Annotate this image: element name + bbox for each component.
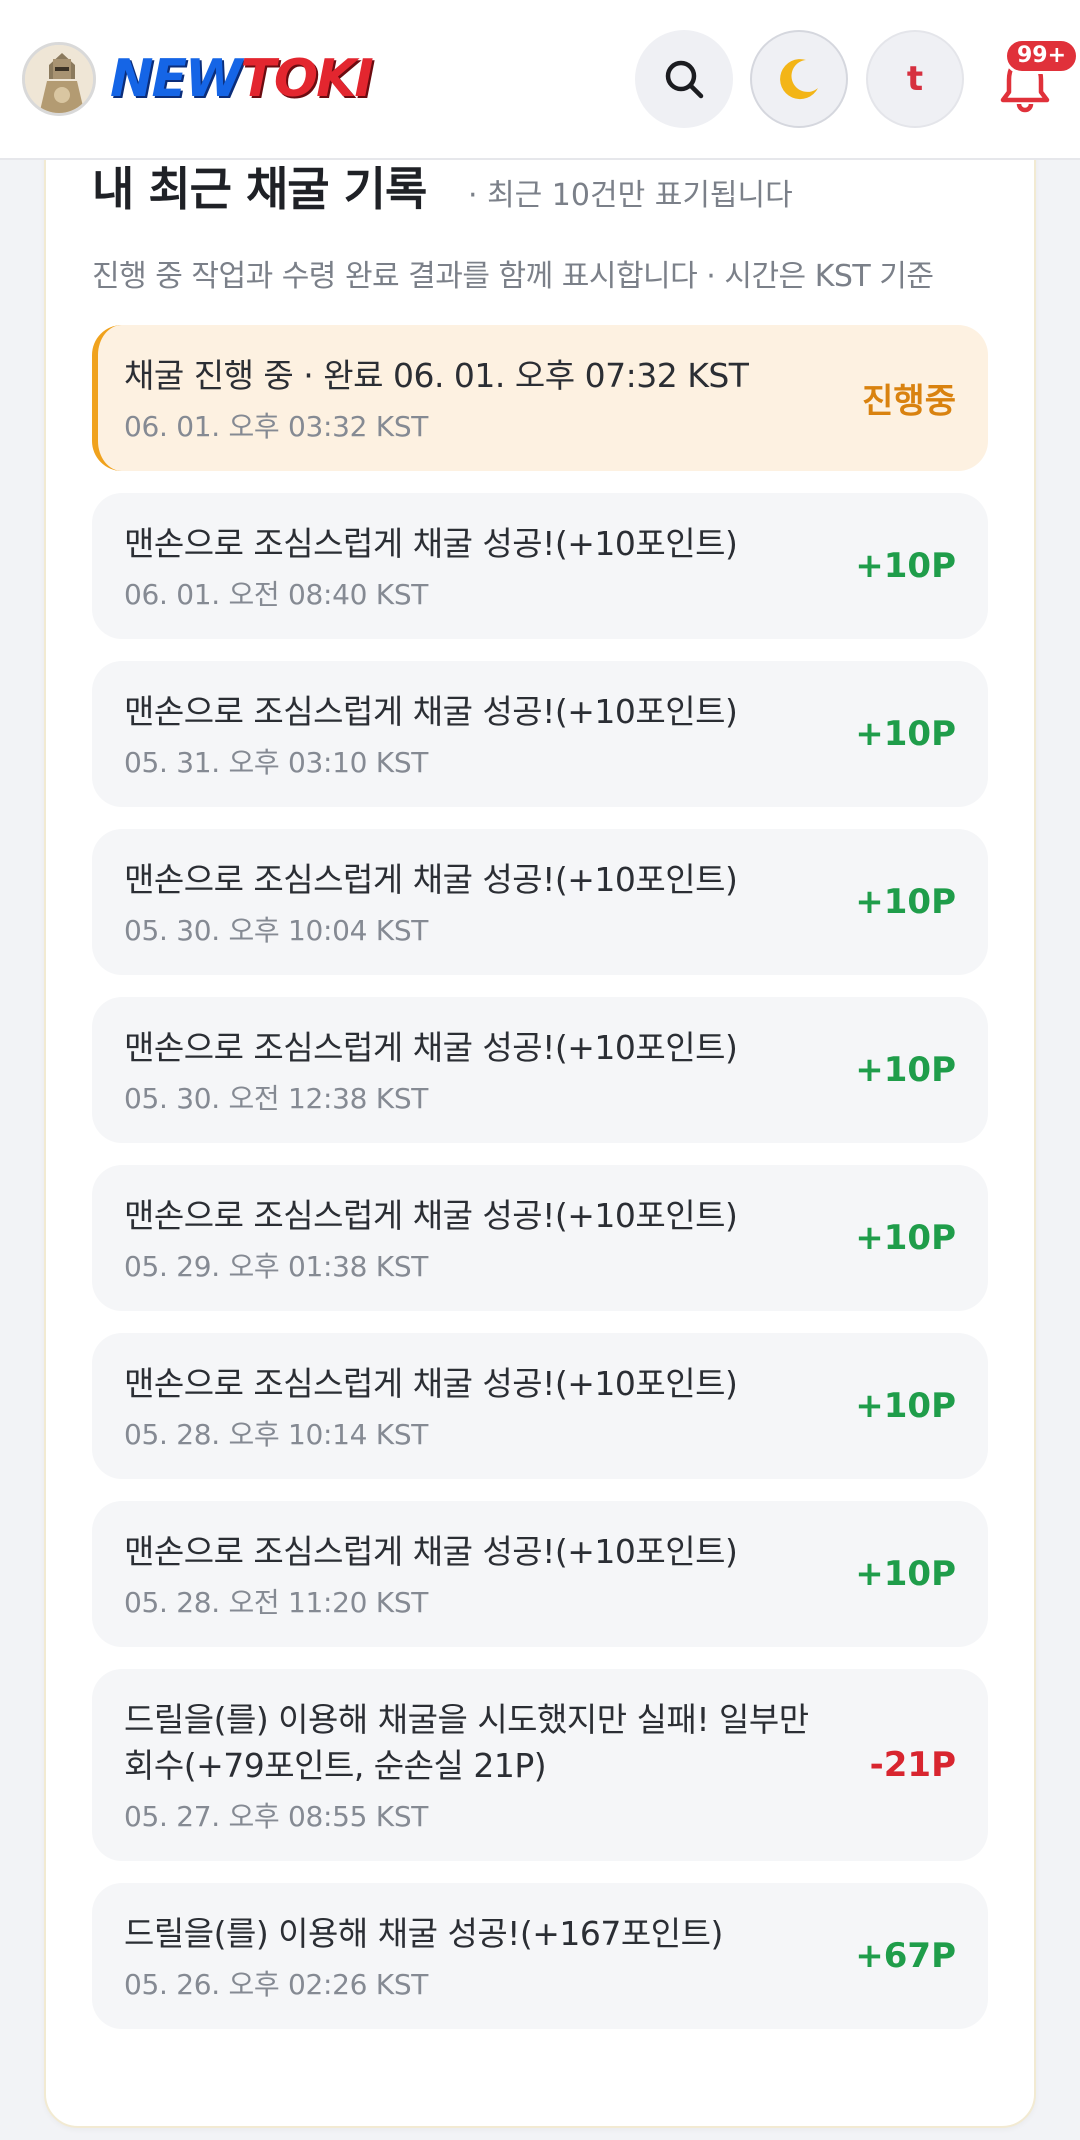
logo-new-text: NEW — [110, 49, 242, 109]
mining-record-list: 채굴 진행 중 · 완료 06. 01. 오후 07:32 KST 06. 01… — [92, 325, 988, 2051]
search-icon — [665, 60, 704, 99]
record-item[interactable]: 드릴을(를) 이용해 채굴을 시도했지만 실패! 일부만 회수(+79포인트, … — [92, 1669, 988, 1861]
record-item[interactable]: 맨손으로 조심스럽게 채굴 성공!(+10포인트) 06. 01. 오전 08:… — [92, 493, 988, 639]
moon-icon — [780, 59, 818, 100]
record-time: 06. 01. 오후 03:32 KST — [124, 410, 429, 443]
notification-count-badge: 99+ — [1004, 38, 1080, 74]
record-item[interactable]: 맨손으로 조심스럽게 채굴 성공!(+10포인트) 05. 30. 오전 12:… — [92, 997, 988, 1143]
record-item[interactable]: 맨손으로 조심스럽게 채굴 성공!(+10포인트) 05. 31. 오후 03:… — [92, 661, 988, 807]
record-time: 05. 26. 오후 02:26 KST — [124, 1968, 429, 2001]
record-title: 맨손으로 조심스럽게 채굴 성공!(+10포인트) — [124, 1364, 738, 1403]
record-item[interactable]: 채굴 진행 중 · 완료 06. 01. 오후 07:32 KST 06. 01… — [92, 325, 988, 471]
user-avatar-button[interactable]: t — [866, 30, 964, 128]
record-time: 05. 30. 오후 10:04 KST — [124, 914, 429, 947]
record-time: 06. 01. 오전 08:40 KST — [124, 578, 429, 611]
record-points-badge: +10P — [855, 882, 956, 922]
record-item[interactable]: 드릴을(를) 이용해 채굴 성공!(+167포인트) 05. 26. 오후 02… — [92, 1883, 988, 2029]
record-title: 드릴을(를) 이용해 채굴 성공!(+167포인트) — [124, 1914, 723, 1953]
section-subtitle: 진행 중 작업과 수령 완료 결과를 함께 표시합니다 · 시간은 KST 기준 — [92, 259, 934, 294]
section-note: · 최근 10건만 표기됩니다 — [468, 178, 793, 213]
record-title: 채굴 진행 중 · 완료 06. 01. 오후 07:32 KST — [124, 356, 749, 395]
record-points-badge: -21P — [869, 1745, 956, 1785]
logo-avatar[interactable] — [22, 42, 96, 116]
theme-toggle-button[interactable] — [750, 30, 848, 128]
top-header: NEWTOKI t 99+ — [0, 0, 1080, 160]
site-logo[interactable]: NEWTOKI — [110, 46, 374, 112]
record-title: 드릴을(를) 이용해 채굴을 시도했지만 실패! 일부만 회수(+79포인트, … — [124, 1700, 809, 1785]
record-status-badge: 진행중 — [862, 381, 956, 422]
logo-toki-text: TOKI — [240, 49, 373, 109]
record-item[interactable]: 맨손으로 조심스럽게 채굴 성공!(+10포인트) 05. 28. 오후 10:… — [92, 1333, 988, 1479]
record-time: 05. 29. 오후 01:38 KST — [124, 1250, 429, 1283]
record-points-badge: +10P — [855, 1386, 956, 1426]
record-title: 맨손으로 조심스럽게 채굴 성공!(+10포인트) — [124, 1028, 738, 1067]
record-time: 05. 28. 오전 11:20 KST — [124, 1586, 429, 1619]
user-initial: t — [906, 59, 924, 99]
record-title: 맨손으로 조심스럽게 채굴 성공!(+10포인트) — [124, 524, 738, 563]
record-title: 맨손으로 조심스럽게 채굴 성공!(+10포인트) — [124, 1532, 738, 1571]
record-item[interactable]: 맨손으로 조심스럽게 채굴 성공!(+10포인트) 05. 30. 오후 10:… — [92, 829, 988, 975]
record-time: 05. 27. 오후 08:55 KST — [124, 1800, 429, 1833]
record-points-badge: +10P — [855, 1554, 956, 1594]
record-time: 05. 31. 오후 03:10 KST — [124, 746, 429, 779]
search-button[interactable] — [635, 30, 733, 128]
record-time: 05. 30. 오전 12:38 KST — [124, 1082, 429, 1115]
record-title: 맨손으로 조심스럽게 채굴 성공!(+10포인트) — [124, 1196, 738, 1235]
record-points-badge: +67P — [855, 1936, 956, 1976]
record-points-badge: +10P — [855, 546, 956, 586]
record-item[interactable]: 맨손으로 조심스럽게 채굴 성공!(+10포인트) 05. 28. 오전 11:… — [92, 1501, 988, 1647]
record-points-badge: +10P — [855, 714, 956, 754]
section-title: 내 최근 채굴 기록 — [92, 162, 427, 216]
record-points-badge: +10P — [855, 1218, 956, 1258]
record-title: 맨손으로 조심스럽게 채굴 성공!(+10포인트) — [124, 692, 738, 731]
record-points-badge: +10P — [855, 1050, 956, 1090]
record-item[interactable]: 맨손으로 조심스럽게 채굴 성공!(+10포인트) 05. 29. 오후 01:… — [92, 1165, 988, 1311]
record-title: 맨손으로 조심스럽게 채굴 성공!(+10포인트) — [124, 860, 738, 899]
record-time: 05. 28. 오후 10:14 KST — [124, 1418, 429, 1451]
